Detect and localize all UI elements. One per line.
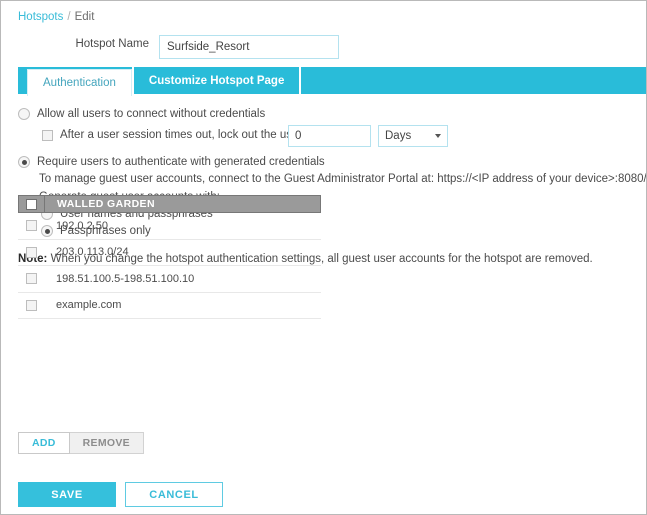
walled-garden-table-header: WALLED GARDEN: [18, 195, 321, 213]
table-row[interactable]: example.com: [18, 293, 321, 320]
add-button[interactable]: ADD: [18, 432, 70, 454]
checkbox-row-select[interactable]: [26, 300, 37, 311]
checkbox-session-lockout-label: After a user session times out, lock out…: [60, 129, 319, 141]
breadcrumb-separator: /: [67, 11, 70, 23]
hotspot-name-row: Hotspot Name: [1, 35, 647, 59]
select-all-cell: [19, 196, 45, 212]
chevron-down-icon: [435, 134, 441, 138]
walled-garden-table: WALLED GARDEN 192.0.2.50 203.0.113.0/24 …: [18, 195, 321, 319]
tab-customize-hotspot-page-label: Customize Hotspot Page: [149, 75, 284, 87]
walled-garden-entry: 198.51.100.5-198.51.100.10: [44, 273, 194, 285]
hotspot-edit-page: Hotspots / Edit Hotspot Name Authenticatio…: [0, 0, 647, 515]
tab-customize-hotspot-page[interactable]: Customize Hotspot Page: [132, 67, 301, 94]
tab-bar: Authentication Customize Hotspot Page: [18, 67, 647, 94]
checkbox-row-select[interactable]: [26, 273, 37, 284]
hotspot-name-label: Hotspot Name: [1, 38, 149, 50]
cancel-button[interactable]: CANCEL: [125, 482, 223, 507]
radio-allow-all-users-label: Allow all users to connect without crede…: [37, 108, 265, 120]
tab-authentication-label: Authentication: [43, 77, 116, 89]
radio-allow-all-users[interactable]: [18, 108, 30, 120]
checkbox-row-select[interactable]: [26, 247, 37, 258]
row-select-cell: [18, 247, 44, 258]
form-actions: SAVE CANCEL: [18, 482, 223, 507]
table-row[interactable]: 198.51.100.5-198.51.100.10: [18, 266, 321, 293]
option-allow-all-users[interactable]: Allow all users to connect without crede…: [18, 108, 265, 120]
checkbox-row-select[interactable]: [26, 220, 37, 231]
walled-garden-actions: ADD REMOVE: [18, 432, 144, 454]
breadcrumb-current-edit: Edit: [75, 11, 95, 23]
table-row[interactable]: 203.0.113.0/24: [18, 240, 321, 267]
row-select-cell: [18, 273, 44, 284]
save-button[interactable]: SAVE: [18, 482, 116, 507]
tab-authentication[interactable]: Authentication: [27, 69, 132, 96]
breadcrumb: Hotspots / Edit: [18, 11, 94, 23]
walled-garden-entry: 192.0.2.50: [44, 220, 108, 232]
hotspot-name-input[interactable]: [159, 35, 339, 59]
radio-require-credentials-label: Require users to authenticate with gener…: [37, 156, 325, 168]
column-header-walled-garden: WALLED GARDEN: [45, 196, 155, 212]
tab-bar-filler: [301, 67, 647, 94]
checkbox-session-lockout[interactable]: [42, 130, 53, 141]
row-select-cell: [18, 220, 44, 231]
row-select-cell: [18, 300, 44, 311]
lockout-duration-input[interactable]: [288, 125, 371, 147]
option-require-credentials[interactable]: Require users to authenticate with gener…: [18, 156, 325, 168]
tab-bar-lead: [18, 67, 27, 94]
breadcrumb-link-hotspots[interactable]: Hotspots: [18, 11, 63, 23]
lockout-unit-value: Days: [385, 130, 435, 142]
remove-button[interactable]: REMOVE: [70, 432, 144, 454]
lockout-unit-select[interactable]: Days: [378, 125, 448, 147]
option-session-lockout[interactable]: After a user session times out, lock out…: [42, 129, 319, 141]
guest-portal-instructions: To manage guest user accounts, connect t…: [39, 173, 647, 185]
table-row[interactable]: 192.0.2.50: [18, 213, 321, 240]
walled-garden-entry: 203.0.113.0/24: [44, 246, 129, 258]
checkbox-select-all[interactable]: [26, 199, 37, 210]
radio-require-credentials[interactable]: [18, 156, 30, 168]
walled-garden-entry: example.com: [44, 299, 121, 311]
